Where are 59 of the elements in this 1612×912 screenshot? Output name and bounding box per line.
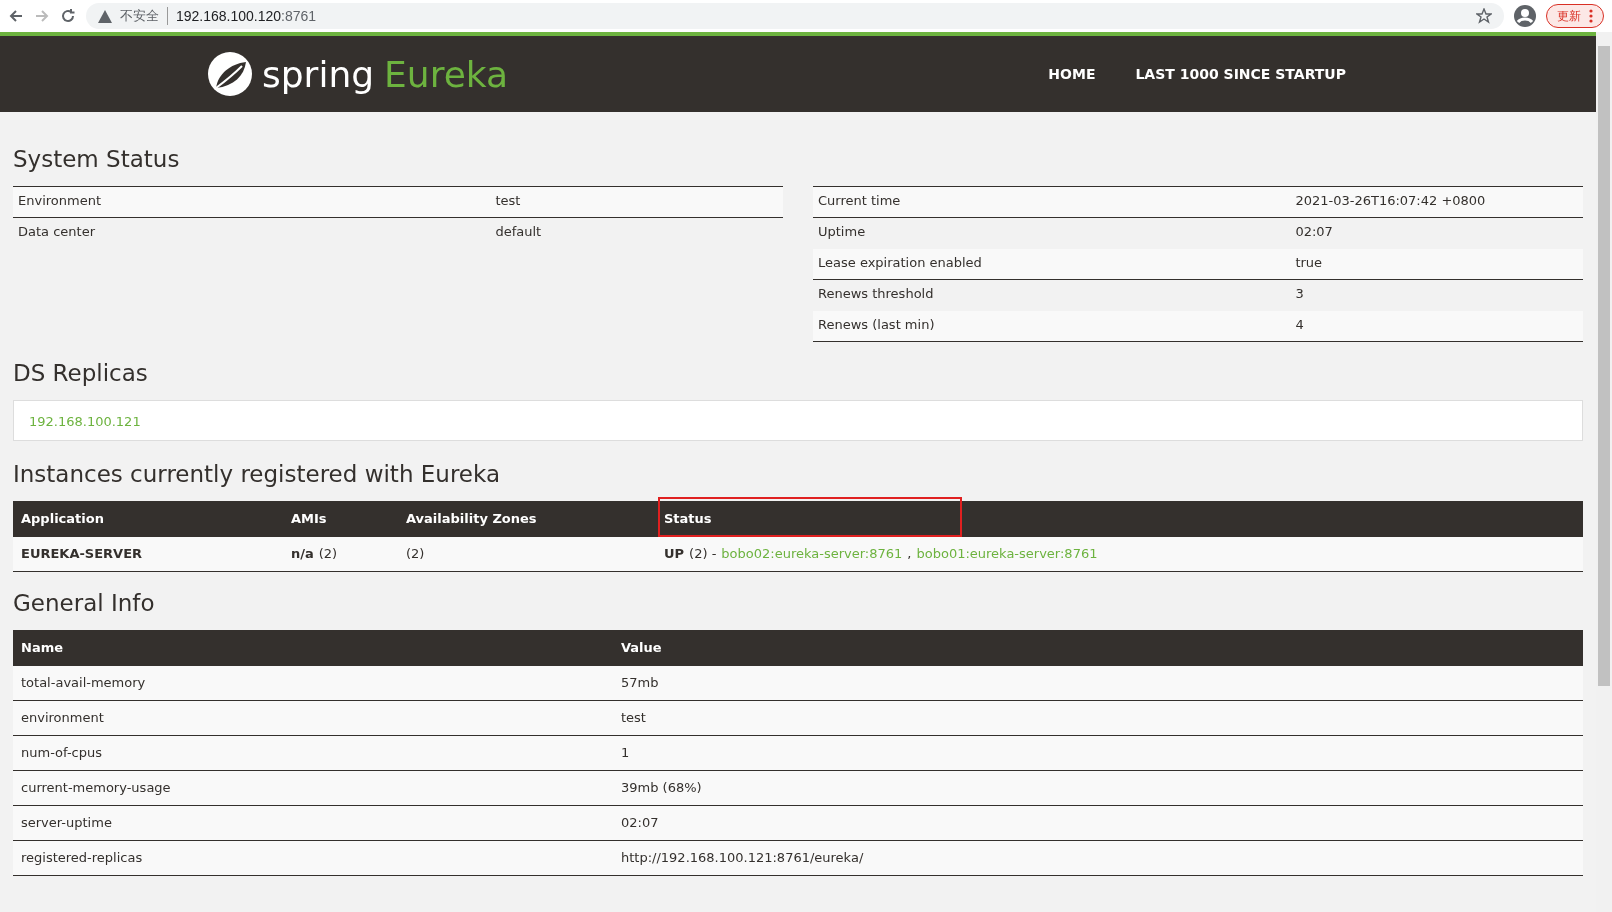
profile-icon[interactable] bbox=[1514, 5, 1536, 27]
table-cell: registered-replicas bbox=[13, 841, 613, 876]
scrollbar-thumb[interactable] bbox=[1598, 46, 1610, 686]
status-value: test bbox=[490, 187, 783, 218]
update-button[interactable]: 更新 bbox=[1546, 4, 1604, 28]
status-label: Renews threshold bbox=[817, 285, 935, 303]
section-title: System Status bbox=[13, 146, 181, 172]
status-value: default bbox=[494, 223, 543, 241]
warning-icon bbox=[98, 9, 112, 23]
status-label: Current time bbox=[813, 187, 1291, 218]
column-header: Status bbox=[664, 511, 712, 526]
table-cell: num-of-cpus bbox=[13, 736, 613, 771]
column-header: Availability Zones bbox=[398, 501, 656, 537]
table-cell: server-uptime bbox=[13, 806, 613, 841]
instance-link[interactable]: bobo02:eureka-server:8761 bbox=[721, 546, 903, 562]
status-value: true bbox=[1290, 249, 1583, 280]
star-icon[interactable] bbox=[1476, 8, 1492, 24]
status-label: Environment bbox=[13, 187, 491, 218]
replica-link[interactable]: 192.168.100.121 bbox=[29, 414, 141, 429]
status-value: 02:07 bbox=[1294, 223, 1334, 241]
table-cell: 39mb (68%) bbox=[613, 771, 1583, 806]
security-label: 不安全 bbox=[120, 7, 168, 25]
brand-product-name: Eureka bbox=[384, 53, 509, 95]
reload-icon[interactable] bbox=[60, 8, 76, 24]
more-icon bbox=[1589, 9, 1593, 23]
status-value: 2021-03-26T16:07:42 +0800 bbox=[1290, 187, 1583, 218]
leaf-logo-icon bbox=[208, 52, 252, 96]
section-title: Instances currently registered with Eureka bbox=[13, 461, 501, 487]
status-value: 3 bbox=[1294, 285, 1305, 303]
table-cell: n/a (2) bbox=[283, 537, 398, 572]
table-cell: (2) bbox=[398, 537, 656, 572]
address-bar[interactable]: 不安全 192.168.100.120:8761 bbox=[86, 3, 1504, 29]
section-title: DS Replicas bbox=[13, 360, 149, 386]
instance-link[interactable]: bobo01:eureka-server:8761 bbox=[916, 546, 1098, 562]
status-value: 4 bbox=[1290, 311, 1583, 342]
table-cell: 1 bbox=[613, 736, 1583, 771]
back-arrow-icon[interactable] bbox=[8, 8, 24, 24]
column-header: Application bbox=[13, 501, 283, 537]
status-label: Uptime bbox=[817, 223, 867, 241]
table-cell: http://192.168.100.121:8761/eureka/ bbox=[613, 841, 1583, 876]
section-title: General Info bbox=[13, 590, 156, 616]
column-header: AMIs bbox=[283, 501, 398, 537]
table-cell: test bbox=[613, 701, 1583, 736]
table-cell: environment bbox=[13, 701, 613, 736]
table-cell: current-memory-usage bbox=[13, 771, 613, 806]
nav-link[interactable]: HOME bbox=[1048, 66, 1096, 82]
status-label: Lease expiration enabled bbox=[813, 249, 1291, 280]
brand-wordmark: spring bbox=[262, 53, 375, 95]
column-header: Value bbox=[613, 630, 1583, 666]
table-cell: total-avail-memory bbox=[13, 666, 613, 701]
status-label: Renews (last min) bbox=[813, 311, 1291, 342]
status-label: Data center bbox=[17, 223, 96, 241]
table-cell: UP (2) - bobo02:eureka-server:8761 , bobo01:eureka-server:8761 bbox=[656, 537, 1583, 572]
table-cell: 02:07 bbox=[613, 806, 1583, 841]
nav-link[interactable]: LAST 1000 SINCE STARTUP bbox=[1135, 66, 1346, 82]
table-cell: EUREKA-SERVER bbox=[13, 537, 283, 572]
url-text: 192.168.100.120:8761 bbox=[176, 8, 317, 24]
table-cell: 57mb bbox=[613, 666, 1583, 701]
column-header: Name bbox=[13, 630, 613, 666]
